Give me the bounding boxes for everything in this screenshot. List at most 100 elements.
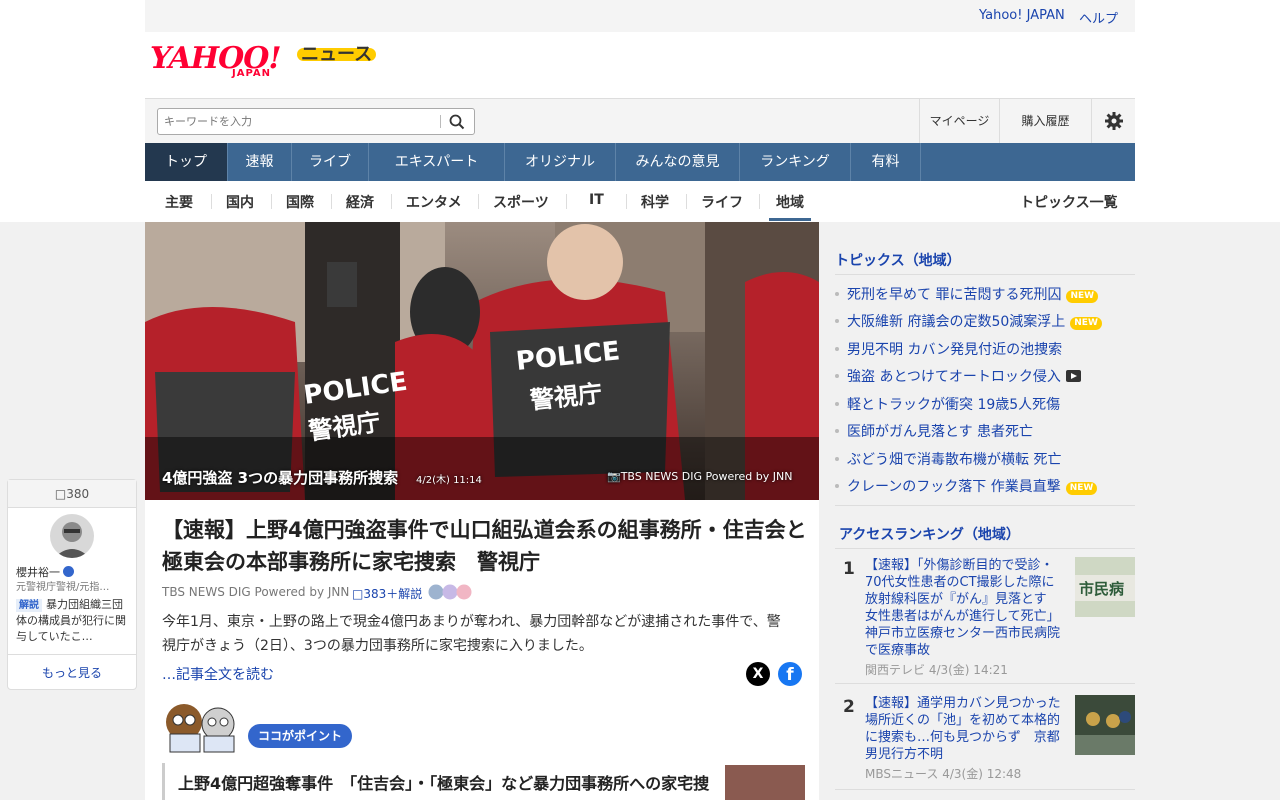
gnav-ranking[interactable]: ランキング xyxy=(740,143,851,181)
cat-international[interactable]: 国際 xyxy=(286,192,314,212)
mypage-button[interactable]: マイページ xyxy=(919,99,999,143)
share-facebook-button[interactable]: f xyxy=(778,662,802,686)
point-article-title: 上野4億円超強奪事件 「住吉会」・「極東会」など暴力団事務所への家宅捜索 xyxy=(178,774,710,793)
bullet xyxy=(835,429,839,433)
global-nav: トップ 速報 ライブ エキスパート オリジナル みんなの意見 ランキング 有料 xyxy=(145,143,1135,181)
cat-science[interactable]: 科学 xyxy=(641,192,669,212)
topic-item[interactable]: 死刑を早めて 罪に苦悶する死刑囚 NEW xyxy=(835,284,1135,304)
read-full-article-link[interactable]: …記事全文を読む xyxy=(162,664,274,684)
gnav-original[interactable]: オリジナル xyxy=(505,143,616,181)
logo-japan: JAPAN xyxy=(232,68,271,79)
gnav-breaking[interactable]: 速報 xyxy=(228,143,292,181)
commenter-profile: 元警視庁警視/元指… xyxy=(16,582,110,593)
point-article[interactable]: 上野4億円超強奪事件 「住吉会」・「極東会」など暴力団事務所への家宅捜索 xyxy=(162,763,805,800)
cat-local[interactable]: 地域 xyxy=(769,192,811,221)
topic-item[interactable]: 大阪維新 府議会の定数50減案浮上 NEW xyxy=(835,311,1135,331)
cat-economy[interactable]: 経済 xyxy=(346,192,374,212)
ranking-heading: アクセスランキング（地域） xyxy=(839,527,1020,543)
commenter-avatars xyxy=(428,584,472,600)
gnav-paid[interactable]: 有料 xyxy=(851,143,921,181)
ranking-item[interactable]: 1 【速報】「外傷診断目的で受診・70代女性患者のCT撮影した際に放射線科医が『… xyxy=(835,557,1135,677)
point-article-thumbnail xyxy=(725,765,805,800)
ranking-title: 【速報】「外傷診断目的で受診・70代女性患者のCT撮影した際に放射線科医が『がん… xyxy=(865,558,1061,658)
topic-item[interactable]: 強盗 あとつけてオートロック侵入 xyxy=(835,366,1135,386)
ranking-thumbnail: 市民病 xyxy=(1075,557,1135,617)
comment-card[interactable]: □380 櫻井裕一 元警視庁警視/元指… 解説 暴力団組織三団体の構成員が犯行に関… xyxy=(7,479,137,690)
point-badge: ココがポイント xyxy=(248,724,353,748)
cat-separator xyxy=(759,194,760,209)
gear-icon xyxy=(1105,112,1123,130)
see-more-comments-link[interactable]: もっと見る xyxy=(8,654,136,691)
help-link[interactable]: ヘルプ xyxy=(1079,8,1118,27)
topic-item[interactable]: クレーンのフック落下 作業員直撃 NEW xyxy=(835,476,1135,496)
search-bar: マイページ 購入履歴 xyxy=(145,98,1135,143)
category-nav: 主要 国内 国際 経済 エンタメ スポーツ IT 科学 ライフ 地域 トピックス… xyxy=(145,181,1135,222)
comments-link[interactable]: □383＋解説 xyxy=(352,585,422,602)
bullet xyxy=(835,319,839,323)
search-divider xyxy=(440,115,441,128)
article-headline[interactable]: 【速報】上野4億円強盗事件で山口組弘道会系の組事務所・住吉会と極東会の本部事務所… xyxy=(162,514,812,578)
bullet xyxy=(835,402,839,406)
ranking-meta: MBSニュース 4/3(金) 12:48 xyxy=(865,767,1022,781)
bullet xyxy=(835,374,839,378)
article-source[interactable]: TBS NEWS DIG Powered by JNN xyxy=(162,585,349,599)
article-meta: TBS NEWS DIG Powered by JNN □383＋解説 xyxy=(162,584,472,601)
topic-item[interactable]: 男児不明 カバン発見付近の池捜索 xyxy=(835,339,1135,359)
topic-item[interactable]: ぶどう畑で消毒散布機が横転 死亡 xyxy=(835,449,1135,469)
bullet xyxy=(835,457,839,461)
cat-separator xyxy=(686,194,687,209)
hero-date: 4/2(木) 11:14 xyxy=(416,475,482,486)
utility-bar: Yahoo! JAPAN ヘルプ xyxy=(145,0,1135,32)
cat-domestic[interactable]: 国内 xyxy=(226,192,254,212)
commenter-avatar xyxy=(50,514,94,558)
bullet xyxy=(835,292,839,296)
bullet xyxy=(835,484,839,488)
gnav-expert[interactable]: エキスパート xyxy=(369,143,505,181)
share-x-button[interactable]: X xyxy=(746,662,770,686)
article-lead: 今年1月、東京・上野の路上で現金4億円あまりが奪われ、暴力団幹部などが逮捕された… xyxy=(162,614,781,654)
yahoo-japan-link[interactable]: Yahoo! JAPAN xyxy=(979,8,1065,23)
search-box xyxy=(157,108,475,135)
comment-tag: 解説 xyxy=(16,599,42,612)
topic-item[interactable]: 軽とトラックが衝突 19歳5人死傷 xyxy=(835,394,1135,414)
gnav-live[interactable]: ライブ xyxy=(292,143,369,181)
topic-item[interactable]: 医師がガん見落とす 患者死亡 xyxy=(835,421,1135,441)
purchase-history-button[interactable]: 購入履歴 xyxy=(999,99,1091,143)
ranking-divider xyxy=(835,683,1135,684)
settings-button[interactable] xyxy=(1091,99,1135,143)
video-icon xyxy=(1065,370,1081,382)
rank-number: 1 xyxy=(843,559,855,579)
cat-entertainment[interactable]: エンタメ xyxy=(406,192,462,212)
comment-icon: □ xyxy=(54,487,67,501)
cat-separator xyxy=(211,194,212,209)
gnav-opinion[interactable]: みんなの意見 xyxy=(616,143,740,181)
cat-main[interactable]: 主要 xyxy=(165,192,193,212)
cat-separator xyxy=(271,194,272,209)
verified-icon xyxy=(63,566,74,577)
cat-sports[interactable]: スポーツ xyxy=(493,192,549,212)
cat-separator xyxy=(566,194,567,209)
cat-life[interactable]: ライフ xyxy=(701,192,743,212)
camera-icon: 📷 xyxy=(607,470,621,483)
svg-text:市民病: 市民病 xyxy=(1079,580,1124,598)
bullet xyxy=(835,347,839,351)
search-icon[interactable] xyxy=(448,113,466,131)
new-badge: NEW xyxy=(1066,290,1099,303)
ranking-item[interactable]: 2 【速報】通学用カバン見つかった場所近くの「池」を初めて本格的に捜索も…何も見… xyxy=(835,695,1135,785)
new-badge: NEW xyxy=(1065,482,1098,495)
hero-photo: POLICE 警視庁 POLICE 警視庁 xyxy=(145,222,819,500)
ranking-divider xyxy=(835,789,1135,790)
cat-it[interactable]: IT xyxy=(589,192,604,208)
comment-icon: □ xyxy=(352,587,364,601)
yahoo-news-logo[interactable]: YAHOO! JAPAN ニュース xyxy=(150,44,377,84)
main-column: POLICE 警視庁 POLICE 警視庁 4億円強盗 3つの暴力団事務所捜索 … xyxy=(145,222,819,800)
new-badge: NEW xyxy=(1070,317,1102,330)
topics-list-link[interactable]: トピックス一覧 xyxy=(1020,192,1118,212)
cat-separator xyxy=(478,194,479,209)
ranking-meta: 関西テレビ 4/3(金) 14:21 xyxy=(865,663,1008,677)
hero-caption: 4億円強盗 3つの暴力団事務所捜索 xyxy=(162,469,399,487)
search-input[interactable] xyxy=(158,109,434,134)
hero-image[interactable]: POLICE 警視庁 POLICE 警視庁 4億円強盗 3つの暴力団事務所捜索 … xyxy=(145,222,819,500)
gnav-top[interactable]: トップ xyxy=(145,143,228,181)
ranking-title: 【速報】通学用カバン見つかった場所近くの「池」を初めて本格的に捜索も…何も見つか… xyxy=(865,696,1061,762)
